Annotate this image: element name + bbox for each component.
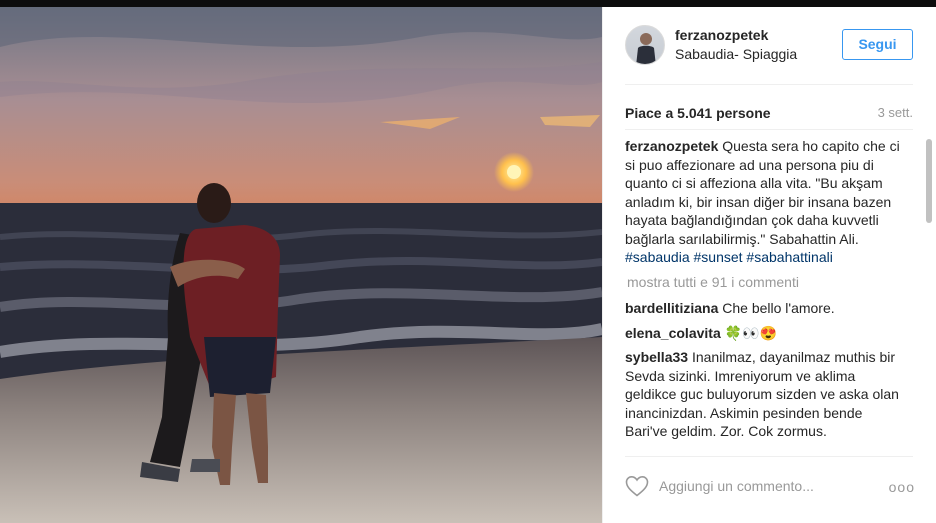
comment-item: bardellitiziana Che bello l'amore. (625, 299, 921, 318)
comment-compose-bar: ooo (625, 473, 915, 499)
comment-list[interactable]: ferzanozpetek Questa sera ho capito che … (625, 137, 921, 455)
heart-outline-icon[interactable] (625, 475, 649, 497)
like-count[interactable]: Piace a 5.041 persone (625, 105, 771, 121)
comment-text: Che bello l'amore. (722, 300, 835, 316)
divider (625, 456, 913, 457)
post-author-username[interactable]: ferzanozpetek (675, 27, 768, 43)
comment-text: 🍀👀😍 (724, 324, 777, 341)
scrollbar-thumb[interactable] (926, 139, 932, 223)
comment-username[interactable]: bardellitiziana (625, 300, 718, 316)
comment-item: elena_colavita 🍀👀😍 (625, 324, 921, 343)
caption-hashtags[interactable]: #sabaudia #sunset #sabahattinali (625, 249, 833, 265)
post-location[interactable]: Sabaudia- Spiaggia (675, 46, 797, 62)
show-all-comments-link[interactable]: mostra tutti e 91 i commenti (627, 273, 921, 292)
comment-username[interactable]: sybella33 (625, 349, 688, 365)
likes-row: Piace a 5.041 persone 3 sett. (625, 105, 913, 123)
post-sidebar: ferzanozpetek Sabaudia- Spiaggia Segui P… (602, 7, 936, 523)
post-photo[interactable] (0, 7, 602, 523)
post-header: ferzanozpetek Sabaudia- Spiaggia Segui (603, 7, 936, 84)
comments-scrollbar[interactable] (926, 139, 932, 455)
comment-username[interactable]: elena_colavita (625, 325, 721, 341)
divider (625, 84, 913, 85)
comment-item: sybella33 Inanilmaz, dayanilmaz muthis b… (625, 348, 921, 441)
follow-button[interactable]: Segui (842, 29, 913, 60)
add-comment-input[interactable] (659, 475, 869, 497)
divider (625, 129, 913, 130)
avatar-portrait-icon (636, 33, 656, 64)
caption: ferzanozpetek Questa sera ho capito che … (625, 137, 921, 267)
caption-text: Questa sera ho capito che ci si puo affe… (625, 138, 900, 247)
beach-sunset-image (0, 7, 602, 523)
caption-username[interactable]: ferzanozpetek (625, 138, 718, 154)
avatar[interactable] (625, 25, 665, 65)
post-timestamp[interactable]: 3 sett. (878, 105, 913, 120)
more-options-icon[interactable]: ooo (889, 479, 915, 495)
